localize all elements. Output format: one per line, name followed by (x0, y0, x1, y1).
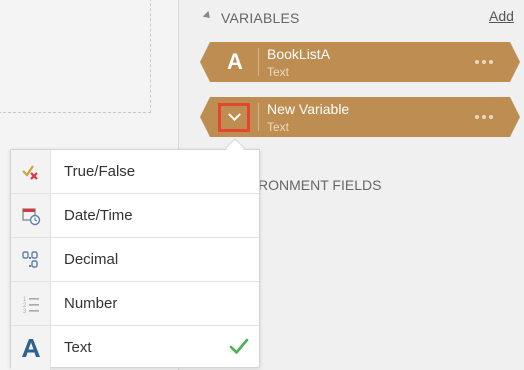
type-dropdown-button[interactable] (218, 103, 250, 132)
variables-section-header[interactable]: VARIABLES (202, 9, 300, 27)
dropdown-item-date-time[interactable]: Date/Time (11, 194, 259, 238)
variable-type: Text (267, 65, 290, 79)
selected-check-icon (229, 338, 249, 354)
environment-fields-header[interactable]: RONMENT FIELDS (258, 177, 381, 193)
true-false-icon (21, 164, 38, 180)
variables-title: VARIABLES (221, 10, 300, 26)
calendar-clock-icon (21, 207, 40, 225)
collapse-caret-icon[interactable] (202, 10, 213, 21)
svg-text:3: 3 (23, 309, 27, 314)
card-separator (258, 48, 259, 76)
dropdown-item-number[interactable]: 1 2 3 Number (11, 282, 259, 326)
text-type-badge: A (227, 49, 243, 74)
dropdown-item-label: Text (64, 339, 92, 356)
drop-zone-outline (0, 0, 151, 113)
more-options-icon[interactable] (472, 107, 496, 127)
variable-name: BookListA (267, 46, 331, 62)
dropdown-item-label: Decimal (64, 251, 119, 268)
dropdown-item-label: True/False (64, 163, 136, 180)
dropdown-item-true-false[interactable]: True/False (11, 150, 259, 194)
chevron-down-icon (227, 108, 241, 122)
variable-type: Text (267, 120, 290, 134)
dropdown-item-text[interactable]: Text (11, 326, 259, 370)
decimal-icon (21, 250, 38, 268)
numbered-list-icon: 1 2 3 (23, 297, 39, 314)
card-separator (258, 103, 259, 131)
variable-name: New Variable (267, 101, 350, 117)
variable-card-booklista[interactable]: A BookListA Text (200, 42, 520, 82)
type-dropdown-menu: True/False Date/Time Decimal 1 2 3 Numbe… (10, 149, 260, 370)
text-type-icon (21, 339, 40, 357)
dropdown-item-label: Number (64, 295, 118, 312)
add-variable-link[interactable]: Add (489, 8, 514, 24)
dropdown-item-label: Date/Time (64, 207, 133, 224)
dropdown-item-decimal[interactable]: Decimal (11, 238, 259, 282)
more-options-icon[interactable] (472, 52, 496, 72)
